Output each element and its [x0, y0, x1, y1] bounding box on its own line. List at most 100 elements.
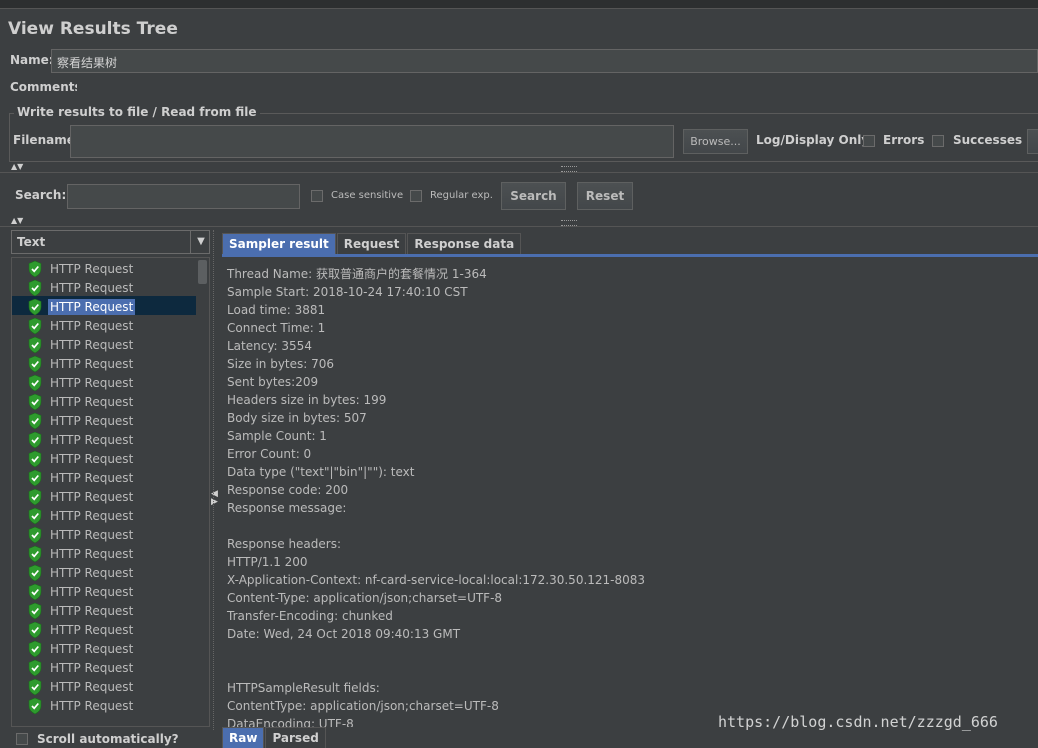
vertical-splitter[interactable] — [213, 230, 216, 730]
tree-scrollbar-thumb[interactable] — [198, 260, 207, 284]
case-sensitive-checkbox[interactable] — [311, 190, 323, 202]
success-shield-icon — [28, 526, 42, 543]
tree-item-label: HTTP Request — [50, 413, 134, 428]
filename-input[interactable] — [70, 125, 674, 158]
success-shield-icon — [28, 545, 42, 562]
tree-item-label: HTTP Request — [50, 356, 134, 371]
tree-item[interactable]: HTTP Request — [28, 335, 135, 354]
chevron-down-icon[interactable]: ▼ — [190, 231, 211, 253]
tab-sampler-result[interactable]: Sampler result — [222, 233, 336, 254]
top-strip — [0, 0, 1038, 9]
successes-label: Successes — [953, 133, 1023, 147]
errors-label: Errors — [883, 133, 925, 147]
result-line: Date: Wed, 24 Oct 2018 09:40:13 GMT — [227, 627, 461, 641]
result-line: Sample Count: 1 — [227, 429, 327, 443]
configure-button[interactable] — [1027, 129, 1038, 154]
name-field[interactable]: 察看结果树 — [51, 49, 1038, 73]
tree-item-label: HTTP Request — [50, 261, 134, 276]
success-shield-icon — [28, 640, 42, 657]
tree-item-label: HTTP Request — [50, 641, 134, 656]
tree-item[interactable]: HTTP Request — [28, 563, 135, 582]
success-shield-icon — [28, 659, 42, 676]
regular-exp-label: Regular exp. — [430, 190, 493, 201]
success-shield-icon — [28, 393, 42, 410]
browse-button[interactable]: Browse... — [683, 129, 748, 154]
success-shield-icon — [28, 431, 42, 448]
collapse-arrows-icon[interactable]: ▲▼ — [11, 217, 23, 225]
tab-response-data[interactable]: Response data — [407, 233, 522, 254]
search-button[interactable]: Search — [501, 182, 566, 210]
result-line: Data type ("text"|"bin"|""): text — [227, 465, 415, 479]
tree-item-label: HTTP Request — [50, 337, 134, 352]
tree-item[interactable]: HTTP Request — [28, 658, 135, 677]
tree-item-label: HTTP Request — [50, 660, 134, 675]
tab-parsed[interactable]: Parsed — [265, 727, 326, 748]
divider — [0, 226, 1038, 227]
tree-item[interactable]: HTTP Request — [28, 316, 135, 335]
tree-item[interactable]: HTTP Request — [28, 525, 135, 544]
reset-button[interactable]: Reset — [577, 182, 633, 210]
tab-raw[interactable]: Raw — [222, 727, 265, 748]
renderer-select[interactable]: Text ▼ — [11, 230, 210, 254]
watermark: https://blog.csdn.net/zzzgd_666 — [718, 713, 998, 731]
name-value: 察看结果树 — [57, 56, 118, 70]
tree-item-label: HTTP Request — [50, 679, 134, 694]
tree-item[interactable]: HTTP Request — [28, 639, 135, 658]
successes-checkbox[interactable] — [932, 135, 944, 147]
result-line: Body size in bytes: 507 — [227, 411, 367, 425]
tree-item[interactable]: HTTP Request — [28, 677, 135, 696]
success-shield-icon — [28, 412, 42, 429]
tree-item[interactable]: HTTP Request — [28, 696, 135, 715]
divider — [0, 172, 1038, 173]
page-title: View Results Tree — [8, 19, 178, 39]
regular-exp-checkbox[interactable] — [410, 190, 422, 202]
tree-item[interactable]: HTTP Request — [28, 468, 135, 487]
search-label: Search: — [15, 188, 67, 202]
tree-item[interactable]: HTTP Request — [28, 278, 135, 297]
renderer-select-value: Text — [17, 235, 46, 249]
tree-item[interactable]: HTTP Request — [28, 506, 135, 525]
result-line: Response message: — [227, 501, 347, 515]
tree-item-label: HTTP Request — [50, 546, 134, 561]
comments-field[interactable] — [77, 78, 1038, 98]
tree-item[interactable]: HTTP Request — [28, 411, 135, 430]
errors-checkbox[interactable] — [863, 135, 875, 147]
result-tabs: Sampler result Request Response data — [222, 233, 522, 254]
success-shield-icon — [28, 564, 42, 581]
collapse-arrows-icon[interactable]: ▲▼ — [11, 163, 23, 171]
tree-item-label: HTTP Request — [50, 470, 134, 485]
tree-item[interactable]: HTTP Request — [28, 582, 135, 601]
scroll-auto-checkbox[interactable] — [16, 733, 28, 745]
tree-item-label: HTTP Request — [50, 451, 134, 466]
sampler-result-panel: Thread Name: 获取普通商户的套餐情况 1-364 Sample Sta… — [222, 257, 1038, 727]
tree-item[interactable]: HTTP Request — [28, 544, 135, 563]
result-line: Size in bytes: 706 — [227, 357, 335, 371]
search-input[interactable] — [67, 184, 300, 209]
tree-item[interactable]: HTTP Request — [28, 354, 135, 373]
tree-item-label: HTTP Request — [50, 527, 134, 542]
tree-item[interactable]: HTTP Request — [28, 487, 135, 506]
result-line — [227, 661, 645, 679]
tab-request[interactable]: Request — [336, 233, 407, 254]
tree-item[interactable]: HTTP Request — [28, 601, 135, 620]
result-line: Sample Start: 2018-10-24 17:40:10 CST — [227, 285, 468, 299]
tree-item[interactable]: HTTP Request — [28, 430, 135, 449]
success-shield-icon — [28, 621, 42, 638]
result-line: Sent bytes:209 — [227, 375, 319, 389]
result-line: Error Count: 0 — [227, 447, 312, 461]
tree-item[interactable]: HTTP Request — [28, 297, 136, 316]
result-line: Response headers: — [227, 537, 342, 551]
success-shield-icon — [28, 317, 42, 334]
success-shield-icon — [28, 697, 42, 714]
results-tree[interactable]: HTTP Request HTTP Request HTTP Request HTTP… — [11, 257, 210, 727]
tree-item[interactable]: HTTP Request — [28, 373, 135, 392]
tree-item-label: HTTP Request — [50, 318, 134, 333]
tree-item[interactable]: HTTP Request — [28, 259, 135, 278]
tree-item[interactable]: HTTP Request — [28, 620, 135, 639]
tree-item[interactable]: HTTP Request — [28, 449, 135, 468]
result-line: Transfer-Encoding: chunked — [227, 609, 393, 623]
result-line: DataEncoding: UTF-8 — [227, 717, 354, 727]
name-label: Name: — [10, 53, 54, 67]
tree-item[interactable]: HTTP Request — [28, 392, 135, 411]
result-line: X-Application-Context: nf-card-service-l… — [227, 573, 646, 587]
